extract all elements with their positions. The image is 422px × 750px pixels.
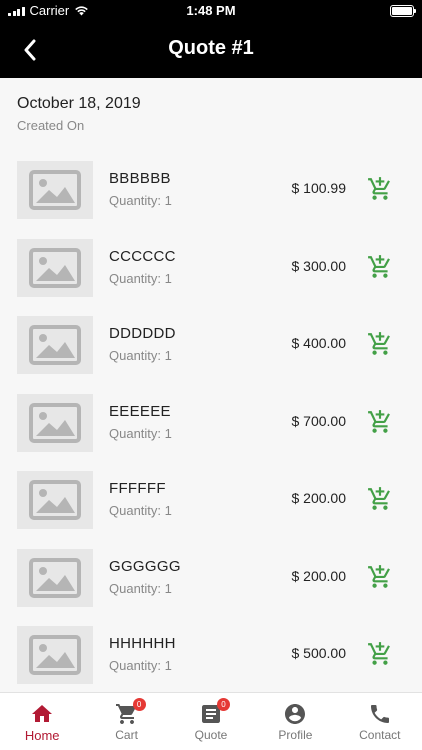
add-to-cart-button[interactable] xyxy=(366,641,394,667)
product-image-placeholder xyxy=(17,238,93,297)
item-name: HHHHHH xyxy=(109,635,176,652)
tab-quote[interactable]: 0 Quote xyxy=(169,693,253,750)
item-price: $ 200.00 xyxy=(291,490,347,506)
tab-home[interactable]: Home xyxy=(0,693,84,750)
item-price: $ 200.00 xyxy=(291,567,347,584)
item-name: DDDDDD xyxy=(109,325,176,342)
tab-label: Profile xyxy=(278,728,313,742)
quote-item-row[interactable]: DDDDDD Quantity: 1 $ 400.00 xyxy=(0,316,422,374)
item-name: EEEEEE xyxy=(109,402,171,420)
item-name: CCCCCC xyxy=(109,247,176,265)
add-to-cart-icon xyxy=(368,642,390,665)
add-to-cart-icon xyxy=(368,332,390,355)
tab-label: Quote xyxy=(194,728,228,742)
add-to-cart-icon xyxy=(368,487,390,510)
tab-profile[interactable]: Profile xyxy=(253,693,337,750)
page-title: Quote #1 xyxy=(168,37,254,59)
quote-badge: 0 xyxy=(217,698,231,711)
battery-icon xyxy=(390,5,416,17)
quote-date: October 18, 2019 xyxy=(17,95,141,112)
add-to-cart-button[interactable] xyxy=(366,486,394,512)
quote-icon: 0 xyxy=(199,698,231,726)
phone-icon xyxy=(368,702,392,726)
home-icon xyxy=(30,702,54,726)
tab-label: Cart xyxy=(115,728,138,742)
quote-item-row[interactable]: EEEEEE Quantity: 1 $ 700.00 xyxy=(0,393,422,452)
quote-content[interactable]: October 18, 2019 Created On BBBBBB Quanti… xyxy=(0,78,422,692)
quote-item-row[interactable]: HHHHHH Quantity: 1 $ 500.00 xyxy=(0,626,422,684)
tab-contact[interactable]: Contact xyxy=(338,693,422,750)
tab-cart[interactable]: 0 Cart xyxy=(84,693,168,750)
add-to-cart-button[interactable] xyxy=(366,176,394,202)
product-image-placeholder xyxy=(17,161,93,219)
back-button[interactable] xyxy=(14,34,46,66)
profile-icon xyxy=(283,702,307,726)
quote-item-row[interactable]: BBBBBB Quantity: 1 $ 100.99 xyxy=(0,161,422,219)
add-to-cart-icon xyxy=(368,177,390,200)
quote-item-row[interactable]: GGGGGG Quantity: 1 $ 200.00 xyxy=(0,548,422,607)
product-image-placeholder xyxy=(17,548,93,607)
tab-bar: Home 0 Cart 0 Quote Profile Contact xyxy=(0,692,422,750)
quote-date-block: October 18, 2019 Created On xyxy=(17,95,141,133)
item-quantity: Quantity: 1 xyxy=(109,270,172,286)
product-image-placeholder xyxy=(17,316,93,374)
item-price: $ 100.99 xyxy=(291,180,347,196)
add-to-cart-button[interactable] xyxy=(366,331,394,357)
image-placeholder-icon xyxy=(29,247,81,288)
tab-label: Contact xyxy=(359,728,401,742)
item-name: BBBBBB xyxy=(109,170,171,187)
cart-icon: 0 xyxy=(115,698,146,726)
item-quantity: Quantity: 1 xyxy=(109,658,172,673)
item-quantity: Quantity: 1 xyxy=(109,580,172,596)
item-quantity: Quantity: 1 xyxy=(109,348,172,363)
image-placeholder-icon xyxy=(29,170,81,210)
add-to-cart-icon xyxy=(368,409,390,433)
image-placeholder-icon xyxy=(29,325,81,365)
add-to-cart-button[interactable] xyxy=(366,564,394,590)
add-to-cart-button[interactable] xyxy=(366,409,394,435)
product-image-placeholder xyxy=(17,393,93,452)
add-to-cart-icon xyxy=(368,254,390,278)
item-name: GGGGGG xyxy=(109,557,181,575)
item-name: FFFFFF xyxy=(109,480,166,497)
item-price: $ 700.00 xyxy=(291,412,347,429)
tab-label: Home xyxy=(24,728,60,743)
product-image-placeholder xyxy=(17,626,93,684)
product-image-placeholder xyxy=(17,471,93,529)
image-placeholder-icon xyxy=(29,402,81,443)
item-quantity: Quantity: 1 xyxy=(109,193,172,208)
chevron-left-icon xyxy=(24,39,36,61)
nav-bar: Quote #1 xyxy=(0,22,422,78)
item-price: $ 400.00 xyxy=(291,335,347,351)
item-price: $ 300.00 xyxy=(291,257,347,274)
status-time: 1:48 PM xyxy=(186,3,236,18)
item-price: $ 500.00 xyxy=(291,645,347,661)
image-placeholder-icon xyxy=(29,635,81,675)
item-quantity: Quantity: 1 xyxy=(109,503,172,518)
quote-date-caption: Created On xyxy=(17,118,85,133)
add-to-cart-button[interactable] xyxy=(366,254,394,280)
status-bar: Carrier 1:48 PM xyxy=(0,0,422,22)
image-placeholder-icon xyxy=(29,557,81,598)
add-to-cart-icon xyxy=(368,564,390,588)
item-quantity: Quantity: 1 xyxy=(109,425,172,441)
cart-badge: 0 xyxy=(132,698,146,711)
quote-item-row[interactable]: FFFFFF Quantity: 1 $ 200.00 xyxy=(0,471,422,529)
quote-item-row[interactable]: CCCCCC Quantity: 1 $ 300.00 xyxy=(0,238,422,297)
image-placeholder-icon xyxy=(29,480,81,520)
